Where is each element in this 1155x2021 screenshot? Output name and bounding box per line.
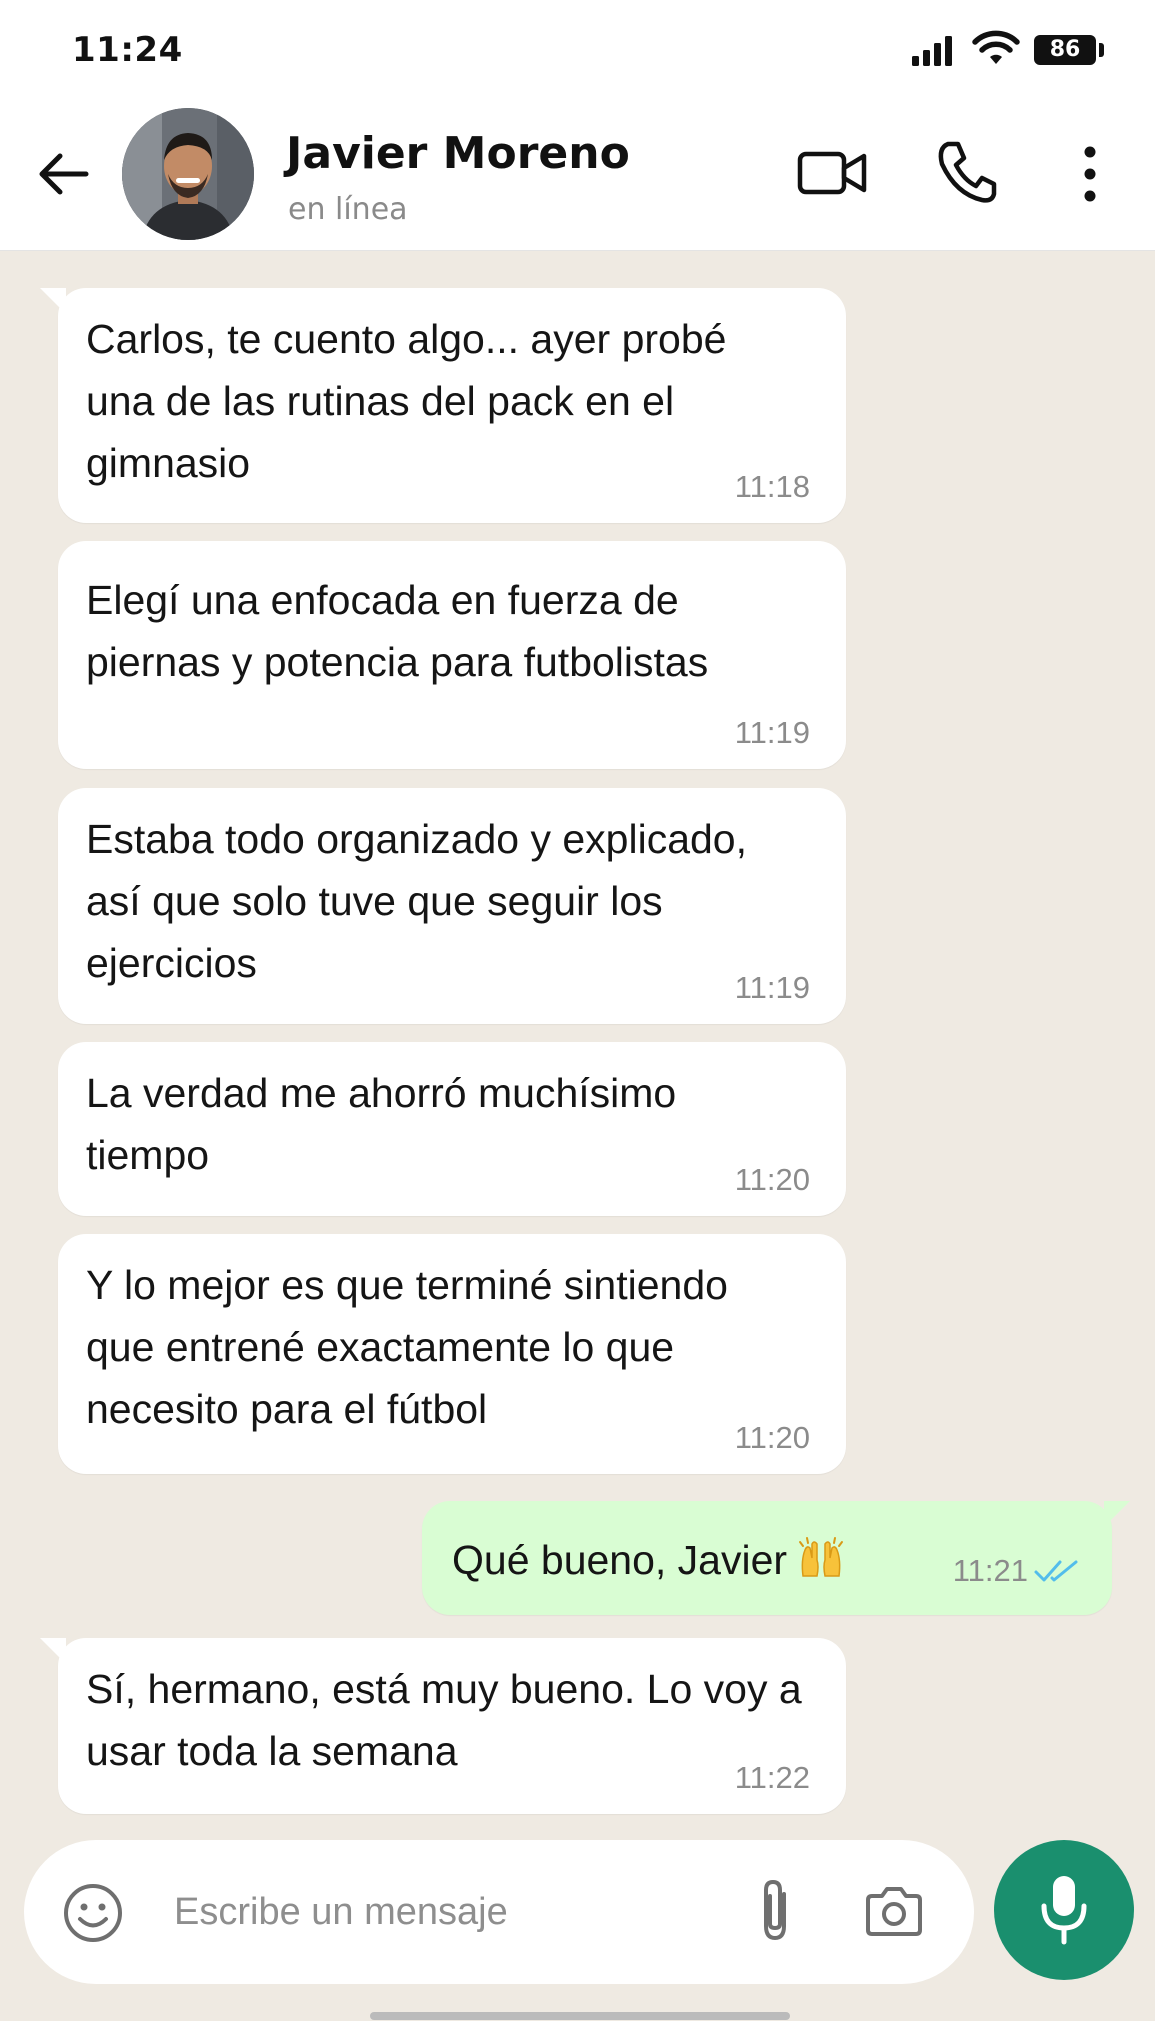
home-indicator [370,2012,790,2020]
microphone-button[interactable] [994,1840,1134,1980]
avatar-photo [122,108,254,240]
message-text-content: Qué bueno, Javier [452,1537,788,1583]
message-incoming[interactable]: Elegí una enfocada en fuerza de piernas … [58,541,846,769]
back-arrow-icon[interactable] [34,144,94,204]
message-time: 11:22 [734,1760,810,1795]
message-text: Estaba todo organizado y explicado, así … [86,816,748,986]
battery-icon: 86 [1034,35,1096,65]
video-call-icon[interactable] [796,146,868,200]
message-time: 11:20 [734,1420,810,1455]
contact-status: en línea [288,192,408,227]
message-time: 11:21 [952,1553,1028,1588]
message-list[interactable]: Carlos, te cuento algo... ayer probé una… [0,251,1155,1836]
avatar[interactable] [122,108,254,240]
message-incoming[interactable]: Y lo mejor es que terminé sintiendo que … [58,1234,846,1474]
composer-bar [0,1836,1155,2021]
status-bar: 11:24 86 [0,0,1155,100]
signal-icon [912,36,952,66]
raising-hands-emoji [799,1537,844,1577]
message-text: Sí, hermano, está muy bueno. Lo voy a us… [86,1666,802,1774]
contact-name[interactable]: Javier Moreno [286,128,630,179]
message-input[interactable] [172,1878,736,1946]
more-options-icon[interactable] [1070,142,1110,206]
battery-level: 86 [1049,37,1081,62]
message-time: 11:18 [734,469,810,504]
wifi-icon [972,30,1020,64]
message-text: Elegí una enfocada en fuerza de piernas … [86,577,709,685]
message-outgoing[interactable]: Qué bueno, Javier 11:21 [422,1501,1130,1615]
chat-header: Javier Moreno en línea [0,100,1155,251]
message-text: Carlos, te cuento algo... ayer probé una… [86,316,727,486]
message-time: 11:19 [734,715,810,750]
message-text: Qué bueno, Javier [452,1529,892,1591]
camera-icon[interactable] [862,1884,926,1940]
read-receipt-icon [1034,1560,1078,1582]
attach-icon[interactable] [750,1876,800,1946]
message-incoming[interactable]: Estaba todo organizado y explicado, así … [58,788,846,1024]
message-time: 11:19 [734,970,810,1005]
message-incoming[interactable]: Carlos, te cuento algo... ayer probé una… [40,288,846,523]
message-incoming[interactable]: Sí, hermano, está muy bueno. Lo voy a us… [40,1638,846,1814]
message-text: La verdad me ahorró muchísimo tiempo [86,1070,677,1178]
battery-tip [1099,43,1104,57]
message-incoming[interactable]: La verdad me ahorró muchísimo tiempo 11:… [58,1042,846,1216]
status-time: 11:24 [72,30,183,70]
message-text: Y lo mejor es que terminé sintiendo que … [86,1262,728,1432]
emoji-icon[interactable] [62,1882,124,1944]
phone-icon[interactable] [934,138,998,206]
microphone-icon [1041,1876,1087,1945]
message-time: 11:20 [734,1162,810,1197]
message-composer [24,1840,974,1984]
